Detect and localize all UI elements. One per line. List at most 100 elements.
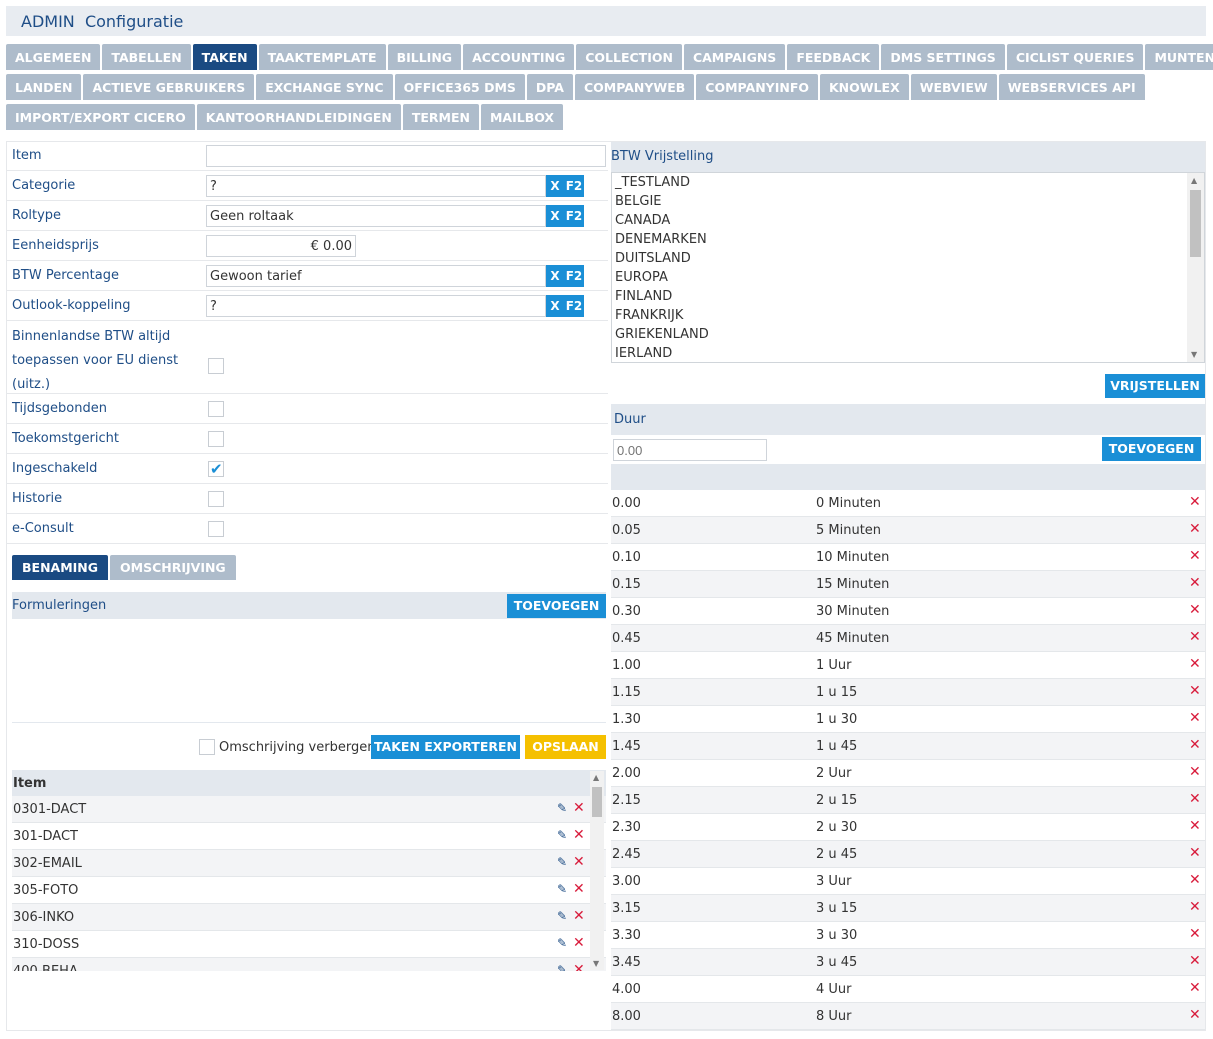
tab-companyweb[interactable]: COMPANYWEB xyxy=(574,74,695,100)
table-row[interactable]: 302-EMAIL ✎ ✕ xyxy=(12,850,606,877)
edit-icon[interactable]: ✎ xyxy=(557,963,567,971)
delete-icon[interactable]: ✕ xyxy=(1189,683,1201,699)
scroll-down-icon[interactable]: ▼ xyxy=(1191,350,1197,359)
tab-office365-dms[interactable]: OFFICE365 DMS xyxy=(394,74,525,100)
table-row[interactable]: 301-DACT ✎ ✕ xyxy=(12,823,606,850)
tab-companyinfo[interactable]: COMPANYINFO xyxy=(696,74,818,100)
delete-icon[interactable]: ✕ xyxy=(1189,953,1201,969)
tab-algemeen[interactable]: ALGEMEEN xyxy=(6,44,101,70)
tab-knowlex[interactable]: KNOWLEX xyxy=(820,74,909,100)
delete-icon[interactable]: ✕ xyxy=(573,854,585,870)
tab-benaming[interactable]: BENAMING xyxy=(12,555,109,580)
btw-percentage-clear-button[interactable]: X xyxy=(546,265,564,287)
export-tasks-button[interactable]: TAKEN EXPORTEREN xyxy=(371,735,520,759)
toekomstgericht-checkbox[interactable] xyxy=(208,431,224,447)
tab-collection[interactable]: COLLECTION xyxy=(576,44,682,70)
delete-icon[interactable]: ✕ xyxy=(1189,899,1201,915)
list-item[interactable]: FINLAND xyxy=(612,287,1204,306)
tab-webview[interactable]: WEBVIEW xyxy=(910,74,997,100)
list-item[interactable]: EUROPA xyxy=(612,268,1204,287)
table-row[interactable]: 0301-DACT ✎ ✕ xyxy=(12,796,606,823)
tab-taaktemplate[interactable]: TAAKTEMPLATE xyxy=(258,44,386,70)
edit-icon[interactable]: ✎ xyxy=(557,828,567,842)
econsult-checkbox[interactable] xyxy=(208,521,224,537)
tab-accounting[interactable]: ACCOUNTING xyxy=(463,44,575,70)
list-item[interactable]: GRIEKENLAND xyxy=(612,325,1204,344)
categorie-input[interactable] xyxy=(206,175,546,197)
delete-icon[interactable]: ✕ xyxy=(573,827,585,843)
tab-landen[interactable]: LANDEN xyxy=(6,74,82,100)
scroll-thumb[interactable] xyxy=(1190,190,1201,257)
edit-icon[interactable]: ✎ xyxy=(557,909,567,923)
delete-icon[interactable]: ✕ xyxy=(1189,791,1201,807)
delete-icon[interactable]: ✕ xyxy=(1189,737,1201,753)
tijdsgebonden-checkbox[interactable] xyxy=(208,401,224,417)
btw-percentage-lookup-button[interactable]: F2 xyxy=(564,265,584,287)
delete-icon[interactable]: ✕ xyxy=(573,935,585,951)
delete-icon[interactable]: ✕ xyxy=(1189,980,1201,996)
btw-list-scrollbar[interactable]: ▲ ▼ xyxy=(1187,173,1204,362)
duur-input[interactable] xyxy=(613,439,767,461)
list-item[interactable]: FRANKRIJK xyxy=(612,306,1204,325)
scroll-up-icon[interactable]: ▲ xyxy=(1191,176,1197,185)
edit-icon[interactable]: ✎ xyxy=(557,882,567,896)
save-button[interactable]: OPSLAAN xyxy=(525,735,606,759)
delete-icon[interactable]: ✕ xyxy=(1189,818,1201,834)
ingeschakeld-checkbox[interactable]: ✔ xyxy=(208,460,224,478)
scroll-down-icon[interactable]: ▼ xyxy=(593,959,599,968)
tab-feedback[interactable]: FEEDBACK xyxy=(787,44,880,70)
table-row[interactable]: 305-FOTO ✎ ✕ xyxy=(12,877,606,904)
delete-icon[interactable]: ✕ xyxy=(573,800,585,816)
delete-icon[interactable]: ✕ xyxy=(573,962,585,971)
list-item[interactable]: _TESTLAND xyxy=(612,173,1204,192)
categorie-lookup-button[interactable]: F2 xyxy=(564,175,584,197)
formuleringen-add-button[interactable]: TOEVOEGEN xyxy=(507,594,606,618)
hide-description-checkbox[interactable] xyxy=(199,739,215,755)
tab-webservices-api[interactable]: WEBSERVICES API xyxy=(998,74,1145,100)
tab-campaigns[interactable]: CAMPAIGNS xyxy=(683,44,786,70)
historie-checkbox[interactable] xyxy=(208,491,224,507)
tab-dpa[interactable]: DPA xyxy=(526,74,573,100)
delete-icon[interactable]: ✕ xyxy=(1189,548,1201,564)
delete-icon[interactable]: ✕ xyxy=(1189,926,1201,942)
tab-ciclist-queries[interactable]: CICLIST QUERIES xyxy=(1006,44,1144,70)
tab-munten[interactable]: MUNTEN xyxy=(1145,44,1213,70)
delete-icon[interactable]: ✕ xyxy=(1189,1007,1201,1023)
table-row[interactable]: 400-BEHA ✎ ✕ xyxy=(12,958,606,971)
table-row[interactable]: 306-INKO ✎ ✕ xyxy=(12,904,606,931)
delete-icon[interactable]: ✕ xyxy=(1189,845,1201,861)
duur-add-button[interactable]: TOEVOEGEN xyxy=(1102,437,1201,461)
item-input[interactable] xyxy=(206,145,606,167)
tab-import-export-cicero[interactable]: IMPORT/EXPORT CICERO xyxy=(6,104,195,130)
delete-icon[interactable]: ✕ xyxy=(573,881,585,897)
tab-exchange-sync[interactable]: EXCHANGE SYNC xyxy=(256,74,393,100)
tab-mailbox[interactable]: MAILBOX xyxy=(480,104,564,130)
btw-country-list[interactable]: _TESTLAND BELGIE CANADA DENEMARKEN DUITSLAND… xyxy=(611,172,1205,363)
delete-icon[interactable]: ✕ xyxy=(573,908,585,924)
roltype-input[interactable] xyxy=(206,205,546,227)
item-list-scrollbar[interactable]: ▲ ▼ xyxy=(590,771,604,970)
list-item[interactable]: CANADA xyxy=(612,211,1204,230)
outlook-lookup-button[interactable]: F2 xyxy=(564,295,584,317)
delete-icon[interactable]: ✕ xyxy=(1189,710,1201,726)
edit-icon[interactable]: ✎ xyxy=(557,936,567,950)
tab-kantoorhandleidingen[interactable]: KANTOORHANDLEIDINGEN xyxy=(196,104,401,130)
outlook-input[interactable] xyxy=(206,295,546,317)
delete-icon[interactable]: ✕ xyxy=(1189,629,1201,645)
list-item[interactable]: DENEMARKEN xyxy=(612,230,1204,249)
edit-icon[interactable]: ✎ xyxy=(557,801,567,815)
edit-icon[interactable]: ✎ xyxy=(557,855,567,869)
tab-actieve-gebruikers[interactable]: ACTIEVE GEBRUIKERS xyxy=(83,74,255,100)
delete-icon[interactable]: ✕ xyxy=(1189,602,1201,618)
roltype-clear-button[interactable]: X xyxy=(546,205,564,227)
scroll-thumb[interactable] xyxy=(592,787,602,817)
delete-icon[interactable]: ✕ xyxy=(1189,494,1201,510)
scroll-up-icon[interactable]: ▲ xyxy=(593,773,599,782)
categorie-clear-button[interactable]: X xyxy=(546,175,564,197)
delete-icon[interactable]: ✕ xyxy=(1189,764,1201,780)
delete-icon[interactable]: ✕ xyxy=(1189,872,1201,888)
delete-icon[interactable]: ✕ xyxy=(1189,656,1201,672)
table-row[interactable]: 310-DOSS ✎ ✕ xyxy=(12,931,606,958)
roltype-lookup-button[interactable]: F2 xyxy=(564,205,584,227)
tab-taken[interactable]: TAKEN xyxy=(192,44,257,70)
